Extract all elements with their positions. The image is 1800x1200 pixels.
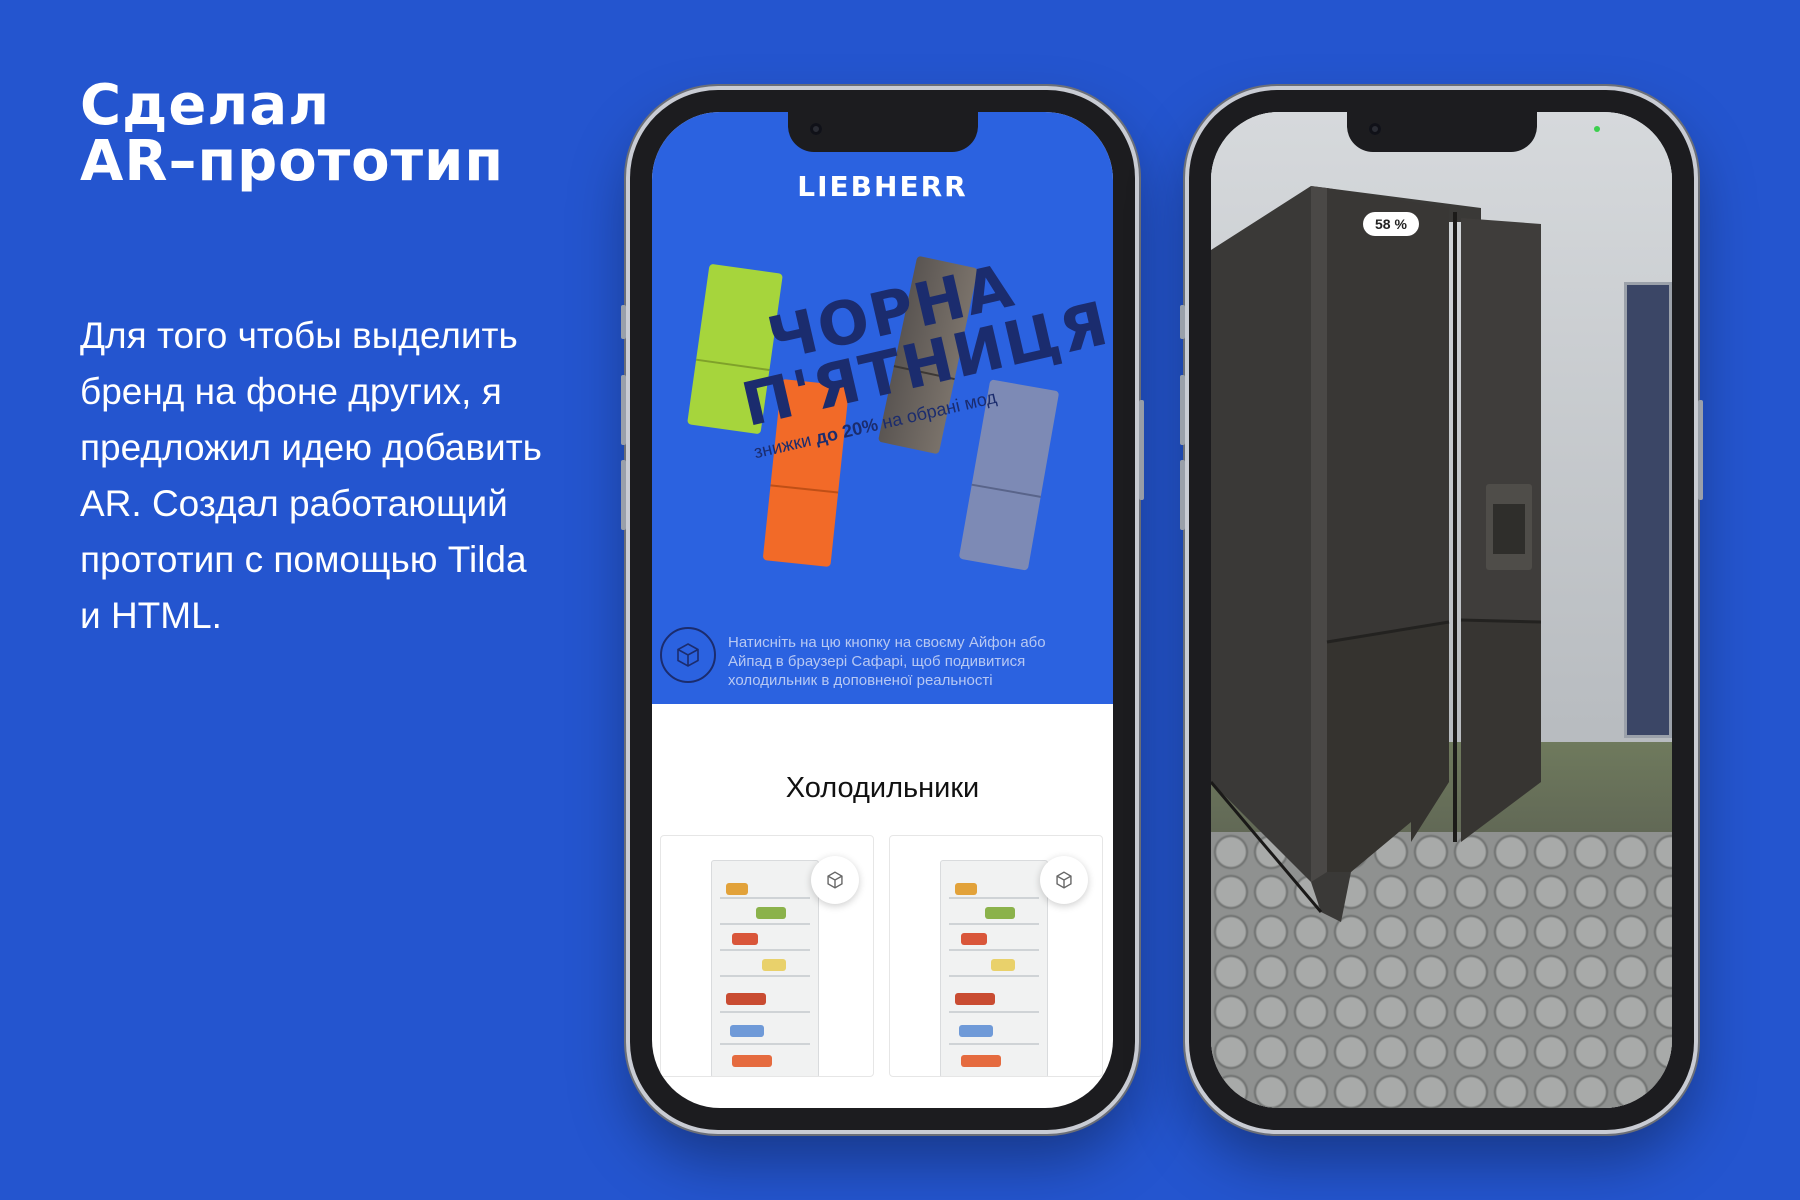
product-image <box>940 860 1048 1076</box>
phone-mockup-ar-view: 58 % <box>1180 90 1703 1130</box>
product-card[interactable] <box>660 835 874 1077</box>
notch <box>787 112 978 152</box>
volume-up-button <box>621 375 626 445</box>
volume-down-button <box>1180 460 1185 530</box>
page-heading: Сделал AR–прототип <box>80 78 504 190</box>
heading-line-1: Сделал <box>80 73 331 138</box>
heading-line-2: AR–прототип <box>80 129 505 194</box>
side-button <box>621 305 626 339</box>
phone-mockup-store: LIEBHERR ЧОРНА П'ЯТНИЦЯ знижки до 20% на… <box>621 90 1144 1130</box>
loading-progress-badge: 58 % <box>1363 212 1419 236</box>
power-button <box>1139 400 1144 500</box>
product-card[interactable] <box>889 835 1103 1077</box>
phone-screen-ar: 58 % <box>1211 112 1672 1108</box>
volume-down-button <box>621 460 626 530</box>
camera-active-indicator <box>1594 126 1600 132</box>
ar-cube-icon[interactable] <box>660 627 716 683</box>
side-button <box>1180 305 1185 339</box>
hero-banner: LIEBHERR ЧОРНА П'ЯТНИЦЯ знижки до 20% на… <box>652 112 1113 704</box>
ar-view-icon[interactable] <box>1040 856 1088 904</box>
window-grille <box>1624 282 1672 738</box>
product-image <box>711 860 819 1076</box>
description-text: Для того чтобы выделить бренд на фоне др… <box>80 315 542 636</box>
ar-view-icon[interactable] <box>811 856 859 904</box>
volume-up-button <box>1180 375 1185 445</box>
ar-hint-text: Натисніть на цю кнопку на своєму Айфон а… <box>728 634 1046 689</box>
ar-fridge-model[interactable] <box>1211 182 1541 922</box>
ar-hint: Натисніть на цю кнопку на своєму Айфон а… <box>660 627 1058 690</box>
camera-icon <box>809 123 822 135</box>
power-button <box>1698 400 1703 500</box>
brand-logo: LIEBHERR <box>797 170 968 203</box>
notch <box>1346 112 1537 152</box>
phone-screen-store: LIEBHERR ЧОРНА П'ЯТНИЦЯ знижки до 20% на… <box>652 112 1113 1108</box>
camera-icon <box>1368 123 1381 135</box>
section-title: Холодильники <box>785 772 980 804</box>
